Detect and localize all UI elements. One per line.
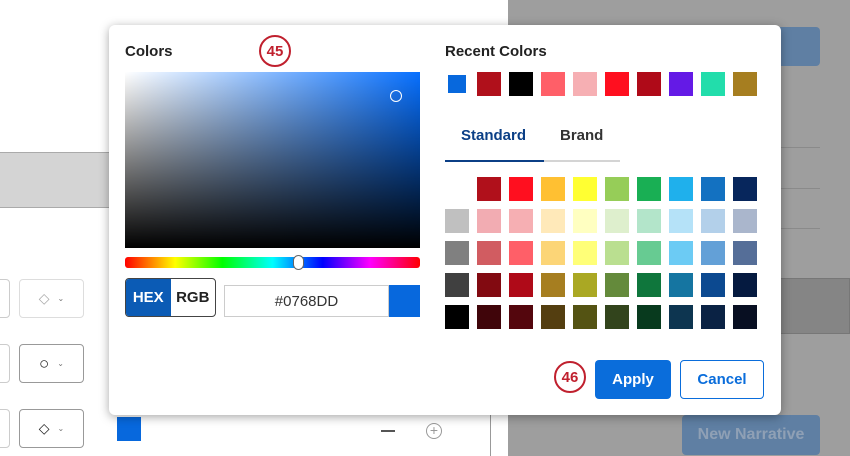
- color-picker-dialog: Colors HEX RGB #0768DD Recent Colors Sta…: [109, 25, 781, 415]
- standard-color-swatch[interactable]: [509, 241, 533, 265]
- standard-color-swatch[interactable]: [573, 241, 597, 265]
- standard-color-swatch[interactable]: [509, 305, 533, 329]
- standard-color-swatch[interactable]: [477, 241, 501, 265]
- diamond-icon: ◇: [38, 420, 50, 436]
- standard-color-swatch[interactable]: [541, 241, 565, 265]
- standard-color-swatch[interactable]: [733, 241, 757, 265]
- standard-color-swatch[interactable]: [477, 273, 501, 297]
- standard-color-swatch[interactable]: [605, 177, 629, 201]
- color-picker-handle[interactable]: [390, 90, 402, 102]
- color-mode-toggle: HEX RGB: [125, 278, 216, 317]
- standard-color-swatch[interactable]: [669, 305, 693, 329]
- recent-color-swatch[interactable]: [541, 72, 565, 96]
- minus-icon[interactable]: [381, 430, 395, 432]
- recent-color-swatch[interactable]: [477, 72, 501, 96]
- saturation-value-area[interactable]: [125, 72, 420, 248]
- diamond-icon: ◇: [38, 290, 50, 306]
- apply-button[interactable]: Apply: [595, 360, 671, 399]
- hex-input[interactable]: #0768DD: [224, 285, 389, 317]
- standard-color-swatch[interactable]: [509, 177, 533, 201]
- standard-color-swatch[interactable]: [541, 273, 565, 297]
- row-input[interactable]: [0, 279, 10, 318]
- recent-color-swatch[interactable]: [701, 72, 725, 96]
- annotation-badge: 45: [259, 35, 291, 67]
- standard-color-swatch[interactable]: [733, 273, 757, 297]
- standard-color-swatch[interactable]: [701, 209, 725, 233]
- plus-circle-icon[interactable]: +: [426, 423, 442, 439]
- standard-color-swatch[interactable]: [669, 273, 693, 297]
- shape-dropdown[interactable]: ◇ ⌄: [19, 279, 84, 318]
- shape-dropdown[interactable]: ○ ⌄: [19, 344, 84, 383]
- row-input[interactable]: [0, 344, 10, 383]
- standard-color-swatch[interactable]: [669, 177, 693, 201]
- chevron-down-icon: ⌄: [57, 424, 65, 433]
- recent-color-swatch[interactable]: [733, 72, 757, 96]
- hue-slider-thumb[interactable]: [293, 255, 305, 270]
- standard-color-swatch[interactable]: [637, 209, 661, 233]
- standard-color-swatch[interactable]: [669, 209, 693, 233]
- standard-color-swatch[interactable]: [605, 305, 629, 329]
- standard-color-swatch[interactable]: [637, 241, 661, 265]
- standard-color-swatch[interactable]: [701, 305, 725, 329]
- standard-color-swatch[interactable]: [701, 273, 725, 297]
- standard-color-swatch[interactable]: [445, 273, 469, 297]
- standard-color-swatch[interactable]: [445, 305, 469, 329]
- standard-color-swatch[interactable]: [509, 209, 533, 233]
- standard-color-swatch[interactable]: [573, 209, 597, 233]
- recent-color-swatch[interactable]: [448, 75, 466, 93]
- standard-color-swatch[interactable]: [573, 273, 597, 297]
- standard-color-swatch[interactable]: [733, 177, 757, 201]
- annotation-badge: 46: [554, 361, 586, 393]
- selected-color-preview: [389, 285, 420, 317]
- standard-color-swatch[interactable]: [605, 273, 629, 297]
- standard-color-swatch[interactable]: [637, 305, 661, 329]
- row-input[interactable]: [0, 409, 10, 448]
- recent-color-swatch[interactable]: [669, 72, 693, 96]
- standard-color-swatch[interactable]: [477, 305, 501, 329]
- standard-color-swatch[interactable]: [541, 209, 565, 233]
- panel-band: [780, 278, 850, 334]
- standard-color-swatch[interactable]: [637, 273, 661, 297]
- hue-slider[interactable]: [125, 257, 420, 268]
- active-tab-indicator: [445, 160, 544, 162]
- rgb-mode-button[interactable]: RGB: [171, 279, 216, 316]
- tab-brand[interactable]: Brand: [560, 127, 603, 144]
- standard-color-swatch[interactable]: [637, 177, 661, 201]
- standard-color-swatch[interactable]: [573, 305, 597, 329]
- standard-color-swatch[interactable]: [445, 241, 469, 265]
- cancel-button[interactable]: Cancel: [680, 360, 764, 399]
- chevron-down-icon: ⌄: [57, 359, 64, 368]
- standard-color-swatch[interactable]: [477, 177, 501, 201]
- standard-color-swatch[interactable]: [445, 209, 469, 233]
- standard-color-swatch[interactable]: [733, 209, 757, 233]
- circle-icon: ○: [39, 353, 50, 373]
- shape-dropdown[interactable]: ◇ ⌄: [19, 409, 84, 448]
- standard-color-swatch[interactable]: [605, 209, 629, 233]
- recent-color-swatch[interactable]: [573, 72, 597, 96]
- standard-color-swatch[interactable]: [733, 305, 757, 329]
- standard-color-swatch[interactable]: [541, 305, 565, 329]
- color-swatch-button[interactable]: [117, 417, 141, 441]
- standard-color-swatch[interactable]: [477, 209, 501, 233]
- chevron-down-icon: ⌄: [57, 294, 65, 303]
- standard-color-swatch[interactable]: [541, 177, 565, 201]
- hex-mode-button[interactable]: HEX: [126, 279, 171, 316]
- recent-color-swatch[interactable]: [637, 72, 661, 96]
- standard-color-swatch[interactable]: [669, 241, 693, 265]
- standard-color-swatch[interactable]: [605, 241, 629, 265]
- standard-color-swatch[interactable]: [573, 177, 597, 201]
- recent-color-swatch[interactable]: [605, 72, 629, 96]
- tab-standard[interactable]: Standard: [461, 127, 526, 144]
- new-narrative-button[interactable]: New Narrative: [682, 415, 820, 455]
- colors-title: Colors: [125, 43, 173, 60]
- recent-colors-title: Recent Colors: [445, 43, 547, 60]
- standard-color-swatch[interactable]: [701, 241, 725, 265]
- standard-color-swatch[interactable]: [701, 177, 725, 201]
- standard-color-swatch[interactable]: [509, 273, 533, 297]
- recent-color-swatch[interactable]: [509, 72, 533, 96]
